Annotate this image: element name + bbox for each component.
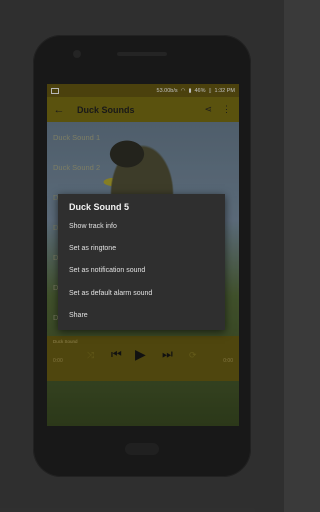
options-dialog: Duck Sound 5 Show track info Set as ring… bbox=[58, 194, 225, 330]
option-set-notification[interactable]: Set as notification sound bbox=[69, 267, 145, 274]
option-share[interactable]: Share bbox=[69, 312, 88, 319]
option-show-track-info[interactable]: Show track info bbox=[69, 223, 117, 230]
option-set-ringtone[interactable]: Set as ringtone bbox=[69, 245, 116, 252]
dialog-title: Duck Sound 5 bbox=[69, 202, 130, 212]
option-set-alarm[interactable]: Set as default alarm sound bbox=[69, 290, 152, 297]
